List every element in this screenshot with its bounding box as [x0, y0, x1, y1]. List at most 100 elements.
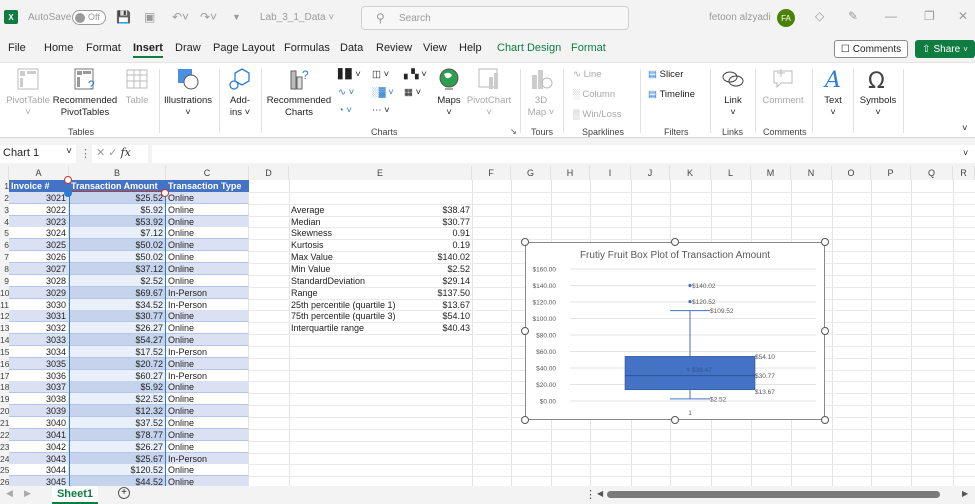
- table-cell[interactable]: $5.92: [69, 381, 166, 394]
- close-icon[interactable]: ✕: [958, 9, 968, 23]
- column-header-n[interactable]: N: [791, 166, 832, 180]
- more-icon[interactable]: ⋮: [585, 488, 596, 501]
- row-header[interactable]: 22: [0, 428, 9, 441]
- stat-value[interactable]: $140.02: [410, 251, 472, 263]
- resize-handle-e[interactable]: [821, 327, 829, 335]
- table-cell[interactable]: In-Person: [166, 286, 249, 299]
- resize-handle-se[interactable]: [821, 416, 829, 424]
- tab-chart-format[interactable]: Format: [571, 42, 606, 54]
- scroll-right-icon[interactable]: ▶: [962, 489, 968, 498]
- tab-chart-design[interactable]: Chart Design: [497, 42, 561, 54]
- resize-handle-w[interactable]: [521, 327, 529, 335]
- pen-icon[interactable]: ✎: [848, 9, 858, 23]
- ribbon-collapse-icon[interactable]: ˅: [962, 123, 968, 134]
- row-header[interactable]: 8: [0, 262, 9, 275]
- tab-format[interactable]: Format: [86, 42, 121, 54]
- cancel-icon[interactable]: ✕: [96, 147, 105, 159]
- tab-home[interactable]: Home: [44, 42, 73, 54]
- table-cell[interactable]: 3027: [9, 262, 69, 275]
- diamond-icon[interactable]: ◇: [815, 9, 824, 23]
- table-cell[interactable]: 3023: [9, 215, 69, 228]
- table-cell[interactable]: $54.27: [69, 334, 166, 347]
- insert-function-button[interactable]: fx: [121, 146, 131, 159]
- stat-value[interactable]: $13.67: [410, 299, 472, 311]
- row-header[interactable]: 11: [0, 298, 9, 311]
- statistic-chart-button[interactable]: ░▓ ˅: [372, 87, 394, 98]
- table-cell[interactable]: 3043: [9, 452, 69, 465]
- table-cell[interactable]: $26.27: [69, 440, 166, 453]
- tab-view[interactable]: View: [423, 42, 447, 54]
- row-header[interactable]: 13: [0, 322, 9, 335]
- column-header-o[interactable]: O: [832, 166, 871, 180]
- row-header[interactable]: 7: [0, 251, 9, 264]
- table-cell[interactable]: 3040: [9, 417, 69, 429]
- stat-value[interactable]: $2.52: [410, 263, 472, 275]
- prev-sheet-icon[interactable]: ◀: [6, 488, 13, 499]
- more-options-icon[interactable]: ⋮: [80, 147, 91, 160]
- table-button[interactable]: Table: [122, 67, 152, 107]
- table-cell[interactable]: Online: [166, 191, 249, 204]
- table-cell[interactable]: $44.52: [69, 476, 166, 486]
- table-cell[interactable]: Online: [166, 357, 249, 370]
- restore-icon[interactable]: ❐: [924, 9, 935, 23]
- table-cell[interactable]: Online: [166, 476, 249, 486]
- charts-dialog-launcher-icon[interactable]: ↘: [510, 127, 517, 136]
- table-cell[interactable]: Online: [166, 239, 249, 252]
- table-cell[interactable]: Online: [166, 203, 249, 216]
- row-header[interactable]: 20: [0, 405, 9, 418]
- sheet-tab-sheet1[interactable]: Sheet1: [52, 486, 98, 504]
- picture-icon[interactable]: ▣: [144, 10, 155, 24]
- table-cell[interactable]: Online: [166, 334, 249, 347]
- table-cell[interactable]: $26.27: [69, 322, 166, 335]
- column-header-q[interactable]: Q: [911, 166, 953, 180]
- table-cell[interactable]: Online: [166, 274, 249, 287]
- table-cell[interactable]: In-Person: [166, 369, 249, 382]
- table-cell[interactable]: $60.27: [69, 369, 166, 382]
- table-cell[interactable]: $25.52: [69, 191, 166, 204]
- sparkline-line-button[interactable]: ∿ Line: [573, 69, 602, 80]
- table-cell[interactable]: Online: [166, 310, 249, 323]
- stat-value[interactable]: $40.43: [410, 322, 472, 334]
- tab-file[interactable]: File: [8, 42, 26, 54]
- table-cell[interactable]: 3045: [9, 476, 69, 486]
- tab-page-layout[interactable]: Page Layout: [213, 42, 275, 54]
- next-sheet-icon[interactable]: ▶: [24, 488, 31, 499]
- table-cell[interactable]: $69.67: [69, 286, 166, 299]
- row-header[interactable]: 26: [0, 476, 9, 486]
- pivot-table-button[interactable]: PivotTable ˅: [6, 67, 50, 119]
- table-cell[interactable]: $50.02: [69, 251, 166, 264]
- row-header[interactable]: 14: [0, 334, 9, 347]
- table-cell[interactable]: $22.52: [69, 393, 166, 406]
- illustrations-button[interactable]: Illustrations ˅: [162, 67, 214, 119]
- row-header[interactable]: 10: [0, 286, 9, 299]
- row-header[interactable]: 6: [0, 239, 9, 252]
- search-box[interactable]: ⚲ Search: [361, 6, 629, 30]
- pivot-chart-button[interactable]: PivotChart ˅: [466, 67, 512, 119]
- table-cell[interactable]: $2.52: [69, 274, 166, 287]
- table-cell[interactable]: 3031: [9, 310, 69, 323]
- resize-handle-nw[interactable]: [521, 238, 529, 246]
- resize-handle-s[interactable]: [671, 416, 679, 424]
- tab-formulas[interactable]: Formulas: [284, 42, 330, 54]
- spreadsheet-grid[interactable]: A B C D E F G H I J K L M N O P Q R 1 2 3 4 5 6 7 8 9 10 11 12 13 14 15 1…: [0, 166, 975, 486]
- table-cell[interactable]: 3025: [9, 239, 69, 252]
- row-header[interactable]: 2: [0, 191, 9, 204]
- row-header[interactable]: 4: [0, 215, 9, 228]
- row-header[interactable]: 1: [0, 180, 9, 192]
- table-cell[interactable]: Online: [166, 405, 249, 418]
- column-header-p[interactable]: P: [871, 166, 911, 180]
- table-cell[interactable]: Online: [166, 262, 249, 275]
- table-cell[interactable]: 3035: [9, 357, 69, 370]
- column-header-f[interactable]: F: [472, 166, 511, 180]
- column-header-g[interactable]: G: [511, 166, 551, 180]
- column-chart-button[interactable]: ▋▉ ˅: [338, 69, 361, 80]
- table-cell[interactable]: 3032: [9, 322, 69, 335]
- enter-icon[interactable]: ✓: [108, 147, 117, 159]
- table-cell[interactable]: $30.77: [69, 310, 166, 323]
- table-cell[interactable]: $17.52: [69, 345, 166, 358]
- expand-formula-icon[interactable]: ˅: [963, 148, 968, 158]
- table-cell[interactable]: 3029: [9, 286, 69, 299]
- table-cell[interactable]: Online: [166, 381, 249, 394]
- table-cell[interactable]: 3021: [9, 191, 69, 204]
- resize-handle-sw[interactable]: [521, 416, 529, 424]
